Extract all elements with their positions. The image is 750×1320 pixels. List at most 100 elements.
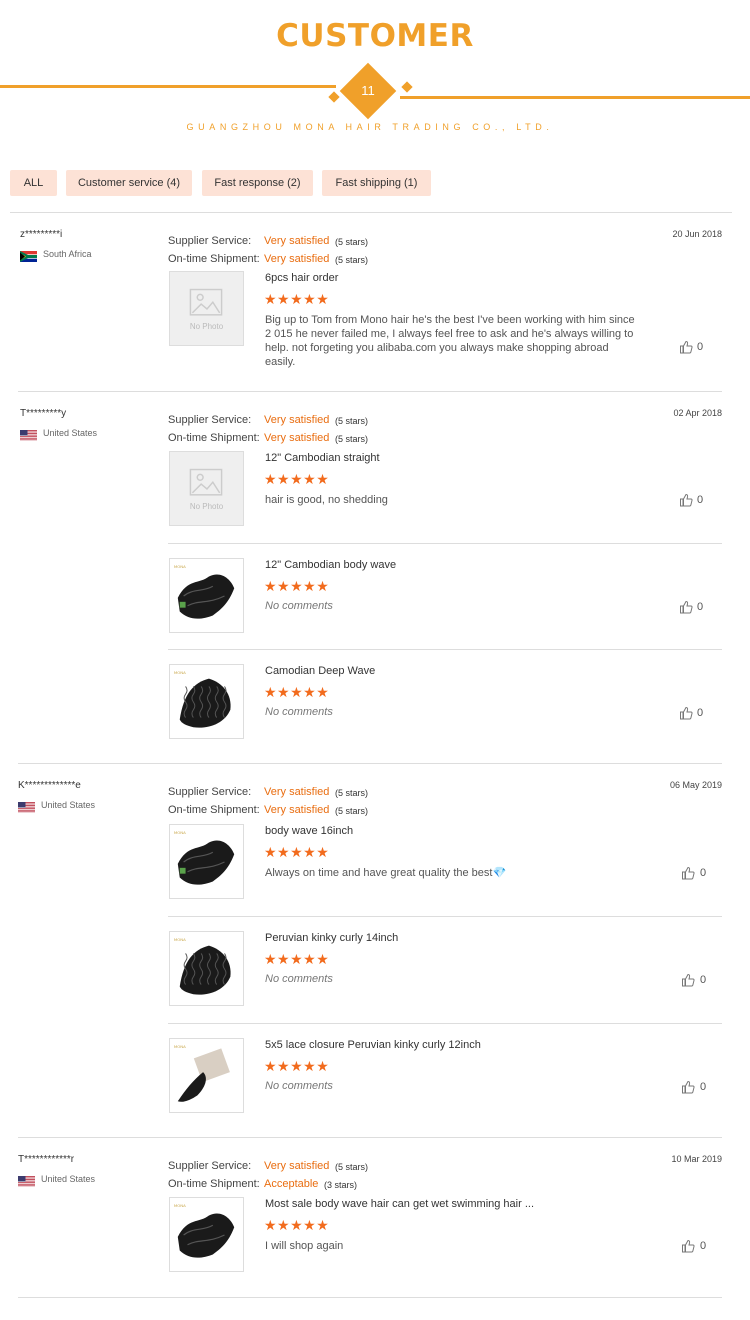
rating-stars: ★★★★★ [264,1217,330,1233]
header-line-left [0,85,336,88]
review-comment: Big up to Tom from Mono hair he's the be… [265,314,635,368]
rating-stars: ★★★★★ [264,951,330,967]
small-diamond-right [401,81,413,93]
reviewer-name: z*********i [20,229,63,240]
product-title[interactable]: body wave 16inch [265,825,353,837]
header-line-right [400,96,750,99]
like-count: 0 [697,707,704,719]
shipment-label: On-time Shipment: [168,253,260,265]
shipment-value: Very satisfied [264,253,330,265]
review-comment: No comments [265,600,333,612]
supplier-service-stars: (5 stars) [335,416,369,426]
supplier-service-label: Supplier Service: [168,786,252,798]
like-count: 0 [700,867,707,879]
thumbs-up-icon[interactable] [681,1080,695,1094]
rating-stars: ★★★★★ [264,844,330,860]
reviewer-country: South Africa [43,249,92,259]
product-title[interactable]: 12" Cambodian body wave [265,559,396,571]
like-count: 0 [700,1081,707,1093]
reviewer-name: T*********y [20,408,67,419]
review-comment: I will shop again [265,1240,344,1252]
filter-fast-response-button[interactable]: Fast response (2) [202,170,313,196]
product-title[interactable]: 6pcs hair order [265,272,338,284]
supplier-service-value: Very satisfied [264,786,330,798]
like-count: 0 [697,494,704,506]
reviewer-name: K*************e [18,780,81,791]
filter-customer-service-button[interactable]: Customer service (4) [66,170,192,196]
product-title[interactable]: Most sale body wave hair can get wet swi… [265,1198,534,1210]
svg-text:MONA: MONA [174,830,186,835]
rating-stars: ★★★★★ [264,471,330,487]
svg-text:MONA: MONA [174,1044,186,1049]
review-comment: No comments [265,973,333,985]
like-count: 0 [700,974,707,986]
svg-text:MONA: MONA [174,670,186,675]
reviewer-country: United States [41,1174,96,1184]
like-count: 0 [697,601,704,613]
page-title: CUSTOMER [276,18,474,54]
thumbs-up-icon[interactable] [679,600,693,614]
us-flag-icon [18,800,35,813]
thumbs-up-icon[interactable] [679,340,693,354]
review-date: 02 Apr 2018 [673,408,722,418]
reviewer-country: United States [43,428,98,438]
product-photo: MONA [169,664,244,739]
filter-fast-shipping-button[interactable]: Fast shipping (1) [322,170,431,196]
review-date: 20 Jun 2018 [672,229,722,239]
company-name: GUANGZHOU MONA HAIR TRADING CO., LTD. [186,122,554,132]
supplier-service-stars: (5 stars) [335,1162,369,1172]
review-divider [18,1297,722,1298]
reviewer-country: United States [41,800,96,810]
shipment-label: On-time Shipment: [168,432,260,444]
thumbs-up-icon[interactable] [681,973,695,987]
rating-stars: ★★★★★ [264,1058,330,1074]
us-flag-icon [18,1174,35,1187]
item-divider [168,543,722,544]
review-divider [18,763,722,764]
thumbs-up-icon[interactable] [679,706,693,720]
product-title[interactable]: 5x5 lace closure Peruvian kinky curly 12… [265,1039,481,1051]
review-divider [18,391,722,392]
no-photo-placeholder [169,271,244,346]
shipment-stars: (5 stars) [335,434,369,444]
shipment-value: Very satisfied [264,804,330,816]
no-photo-placeholder [169,451,244,526]
product-photo: MONA [169,931,244,1006]
supplier-service-label: Supplier Service: [168,1160,252,1172]
thumbs-up-icon[interactable] [679,493,693,507]
svg-text:MONA: MONA [174,937,186,942]
product-title[interactable]: 12" Cambodian straight [265,452,380,464]
review-comment: No comments [265,706,333,718]
like-count: 0 [697,341,704,353]
item-divider [168,1023,722,1024]
product-photo: MONA [169,1197,244,1272]
small-diamond-left [328,91,340,103]
rating-stars: ★★★★★ [264,291,330,307]
south-africa-flag-icon [20,249,37,262]
shipment-stars: (5 stars) [335,255,369,265]
supplier-service-label: Supplier Service: [168,414,252,426]
thumbs-up-icon[interactable] [681,1239,695,1253]
product-photo: MONA [169,1038,244,1113]
thumbs-up-icon[interactable] [681,866,695,880]
product-photo: MONA [169,824,244,899]
shipment-stars: (5 stars) [335,806,369,816]
item-divider [168,916,722,917]
svg-text:MONA: MONA [174,1203,186,1208]
review-comment: hair is good, no shedding [265,494,388,506]
product-title[interactable]: Camodian Deep Wave [265,665,375,677]
supplier-service-label: Supplier Service: [168,235,252,247]
us-flag-icon [20,428,37,441]
filter-all-button[interactable]: ALL [10,170,57,196]
supplier-service-value: Very satisfied [264,414,330,426]
product-title[interactable]: Peruvian kinky curly 14inch [265,932,398,944]
divider [10,212,732,213]
review-date: 06 May 2019 [669,780,722,790]
shipment-label: On-time Shipment: [168,804,260,816]
shipment-label: On-time Shipment: [168,1178,260,1190]
shipment-value: Very satisfied [264,432,330,444]
supplier-service-value: Very satisfied [264,1160,330,1172]
section-number: 11 [361,83,375,98]
supplier-service-stars: (5 stars) [335,788,369,798]
like-count: 0 [700,1240,707,1252]
